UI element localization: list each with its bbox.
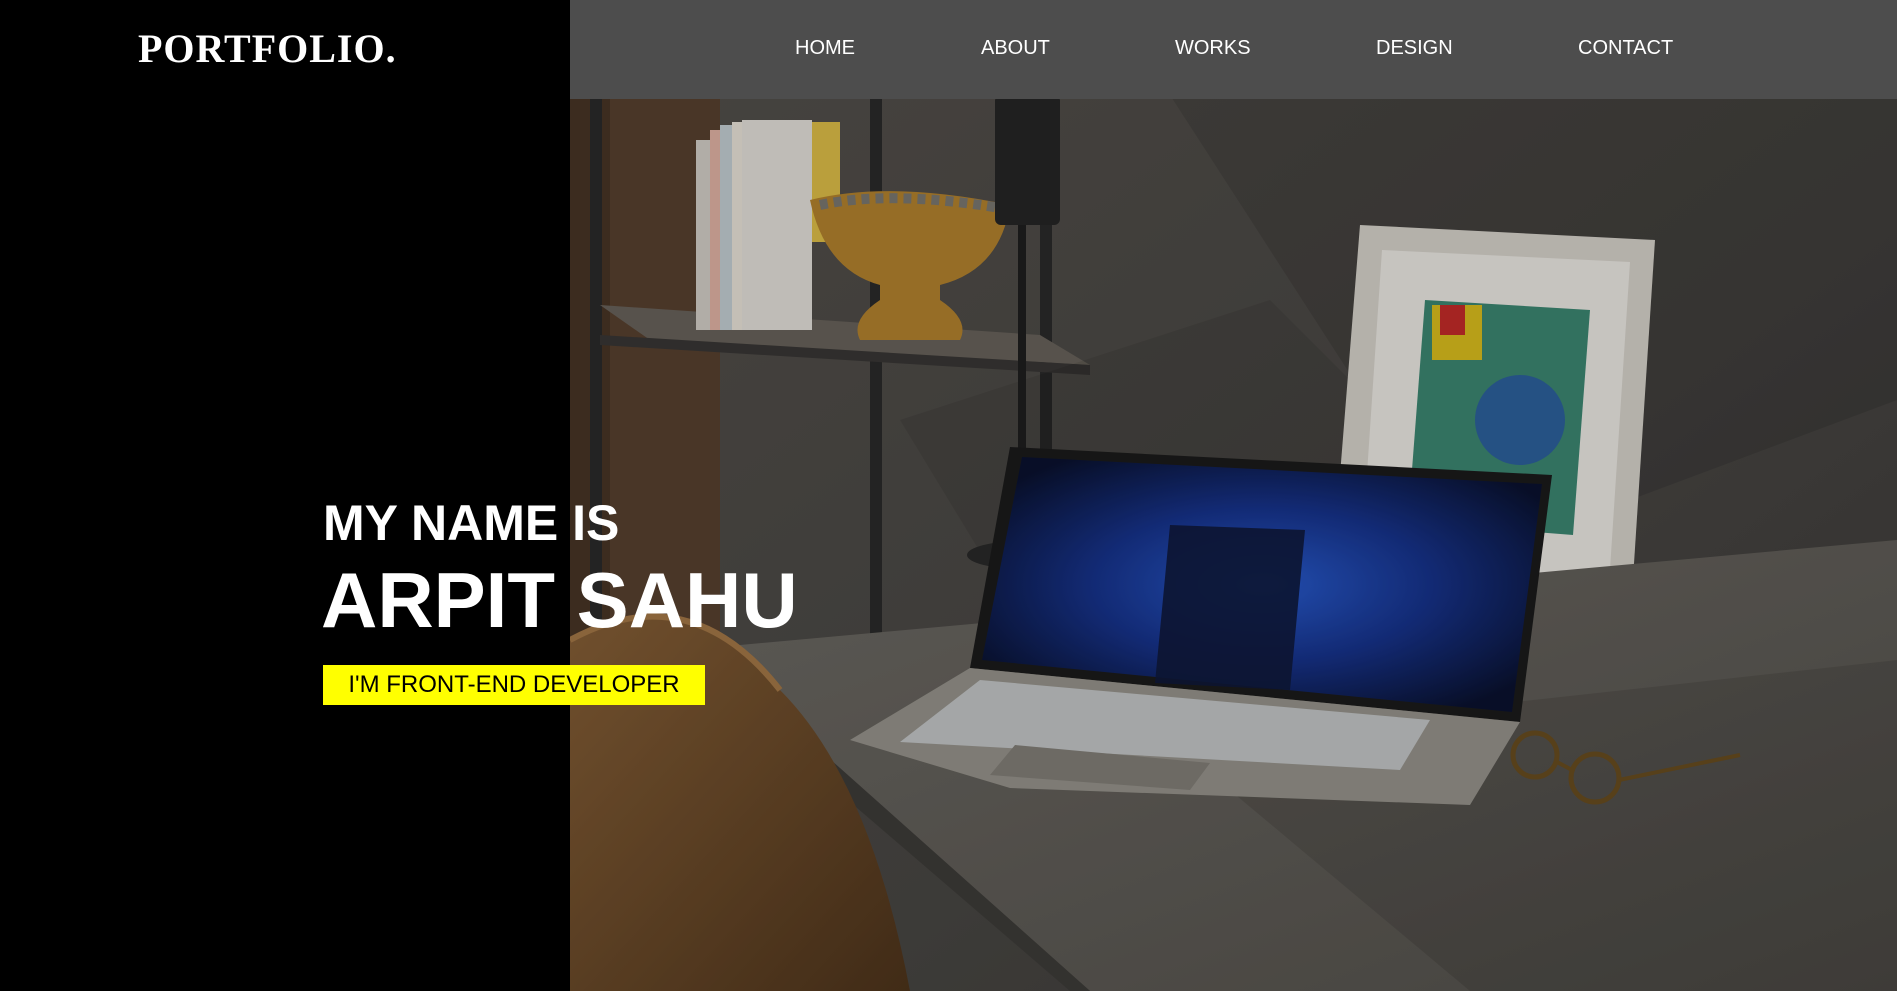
nav-link-about[interactable]: ABOUT <box>981 36 1050 60</box>
hero-background-photo <box>570 0 1897 991</box>
nav-link-design[interactable]: DESIGN <box>1376 36 1453 60</box>
nav-link-contact[interactable]: CONTACT <box>1578 36 1673 60</box>
desk-workspace-illustration <box>570 0 1897 991</box>
hero-greeting: MY NAME IS <box>323 495 620 551</box>
hero-name: ARPIT SAHU <box>321 556 798 644</box>
top-navbar: HOME ABOUT WORKS DESIGN CONTACT <box>570 0 1897 99</box>
portfolio-page: HOME ABOUT WORKS DESIGN CONTACT PORTFOLI… <box>0 0 1897 992</box>
nav-link-works[interactable]: WORKS <box>1175 36 1251 60</box>
site-logo[interactable]: PORTFOLIO. <box>138 26 397 72</box>
nav-link-home[interactable]: HOME <box>795 36 855 60</box>
hero-section: HOME ABOUT WORKS DESIGN CONTACT PORTFOLI… <box>0 0 1897 991</box>
role-badge: I'M FRONT-END DEVELOPER <box>323 665 705 705</box>
